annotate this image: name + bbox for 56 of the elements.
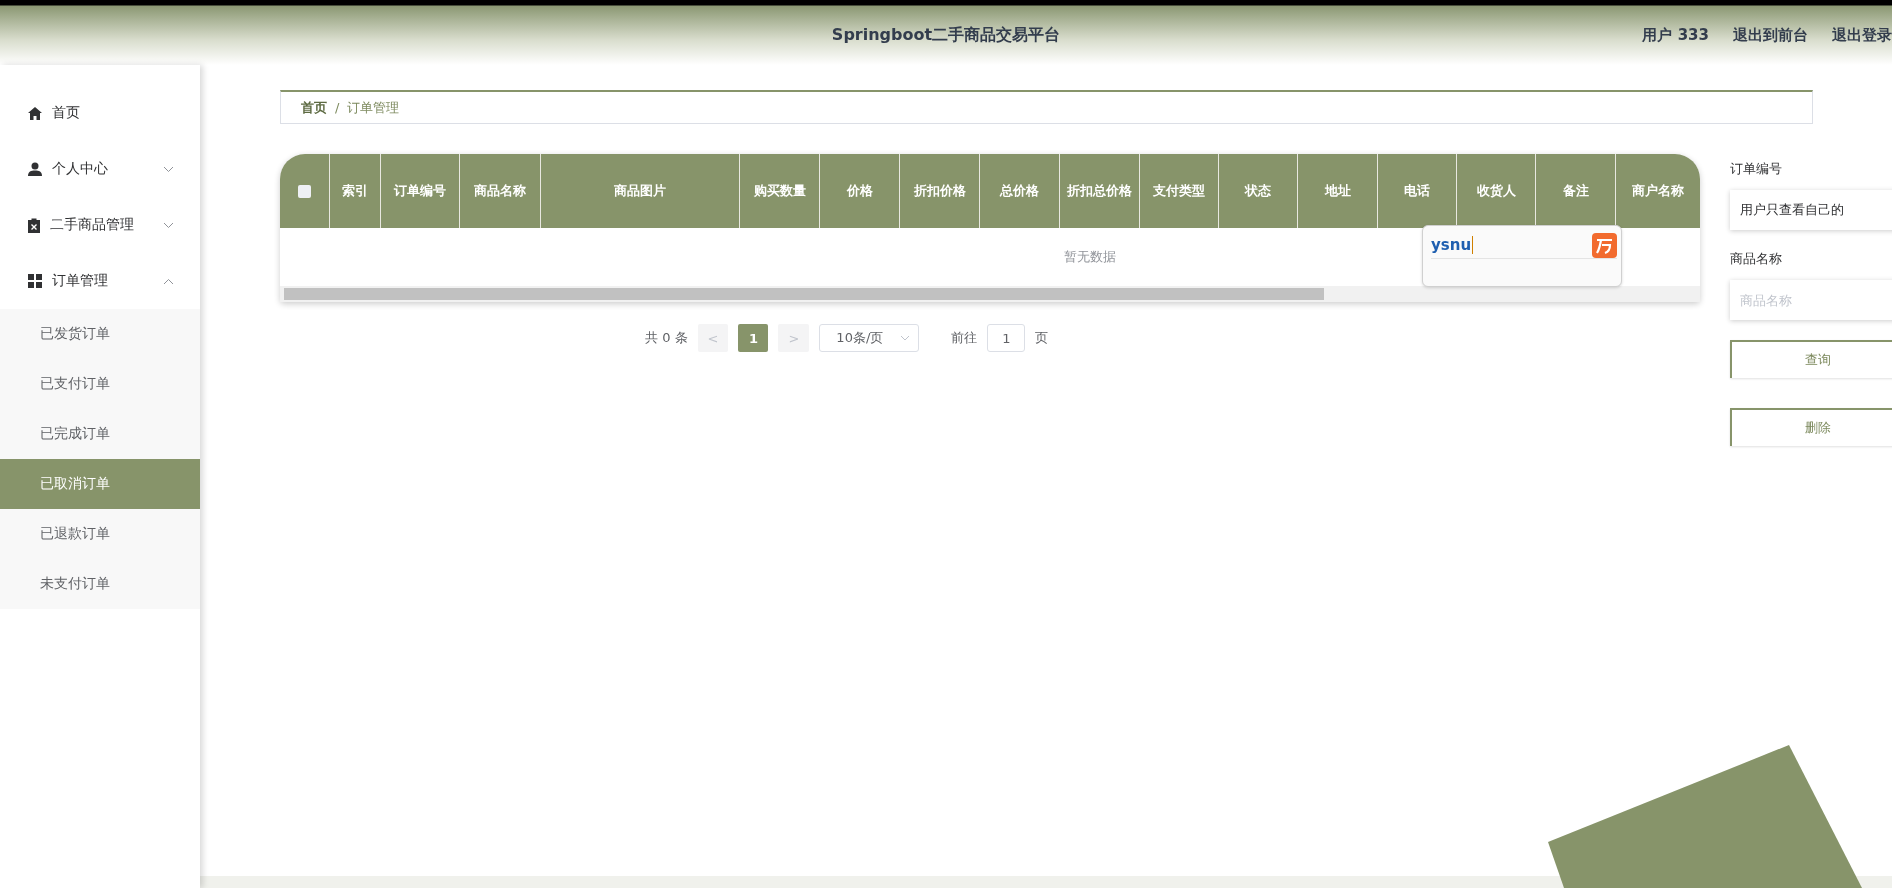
breadcrumb-item[interactable]: 首页 (301, 98, 327, 117)
column-header: 索引 (330, 154, 381, 228)
total-count: 共 0 条 (645, 329, 688, 347)
goto-page-field[interactable]: 1 (987, 324, 1026, 352)
goto-suffix: 页 (1035, 329, 1049, 347)
search-button[interactable]: 查询 (1730, 340, 1892, 378)
column-header: 价格 (820, 154, 900, 228)
ime-composition: ysnu (1431, 236, 1474, 254)
column-header: 折扣总价格 (1060, 154, 1140, 228)
menu-label: 首页 (52, 104, 81, 122)
column-header: 状态 (1219, 154, 1298, 228)
submenu-item[interactable]: 已退款订单 (0, 509, 200, 559)
sidebar-item[interactable]: 首页 (0, 85, 200, 141)
ime-logo-icon (1592, 232, 1617, 258)
site-title: Springboot二手商品交易平台 (831, 24, 1061, 46)
column-header: 购买数量 (740, 154, 820, 228)
header-link[interactable]: 用户 333 (1642, 26, 1709, 45)
column-header: 总价格 (980, 154, 1060, 228)
sidebar-item[interactable]: 个人中心 (0, 141, 200, 197)
grid-icon (28, 274, 42, 288)
field-label: 订单编号 (1730, 160, 1783, 178)
column-header: 地址 (1298, 154, 1378, 228)
header-link[interactable]: 退出到前台 (1733, 26, 1808, 45)
column-header: 商品名称 (460, 154, 541, 228)
select-all-checkbox[interactable] (298, 184, 311, 198)
column-header: 折扣价格 (900, 154, 980, 228)
clipboard-icon (28, 217, 40, 233)
caret-icon (900, 335, 911, 341)
user-icon (28, 162, 42, 176)
breadcrumb-item: 订单管理 (347, 98, 400, 117)
field-label: 商品名称 (1730, 250, 1783, 268)
submenu-item[interactable]: 已完成订单 (0, 409, 200, 459)
delete-button[interactable]: 删除 (1730, 408, 1892, 446)
sidebar-item[interactable]: 订单管理 (0, 253, 200, 309)
empty-text: 暂无数据 (1064, 248, 1116, 266)
search-field[interactable]: 用户只查看自己的 (1730, 190, 1892, 230)
header-link[interactable]: 退出登录 (1832, 26, 1892, 45)
column-header: 商品图片 (541, 154, 740, 228)
submenu-item[interactable]: 已取消订单 (0, 459, 200, 509)
breadcrumb-separator: / (335, 100, 340, 115)
menu-label: 个人中心 (52, 160, 109, 178)
sidebar-item[interactable]: 二手商品管理 (0, 197, 200, 253)
submenu-item[interactable]: 未支付订单 (0, 559, 200, 609)
submenu-item[interactable]: 已支付订单 (0, 359, 200, 409)
goto-label: 前往 (951, 329, 978, 347)
home-icon (28, 106, 42, 120)
column-header: 商户名称 (1631, 182, 1685, 200)
search-field[interactable]: 商品名称 (1730, 280, 1892, 320)
column-header: 支付类型 (1140, 154, 1219, 228)
page-size-select[interactable]: 10条/页 (819, 324, 920, 352)
column-header: 订单编号 (381, 154, 460, 228)
horizontal-scrollbar[interactable] (280, 286, 1700, 302)
submenu-item[interactable]: 已发货订单 (0, 309, 200, 359)
menu-label: 订单管理 (52, 272, 109, 290)
page-button[interactable]: 1 (738, 324, 769, 352)
menu-label: 二手商品管理 (50, 216, 135, 234)
